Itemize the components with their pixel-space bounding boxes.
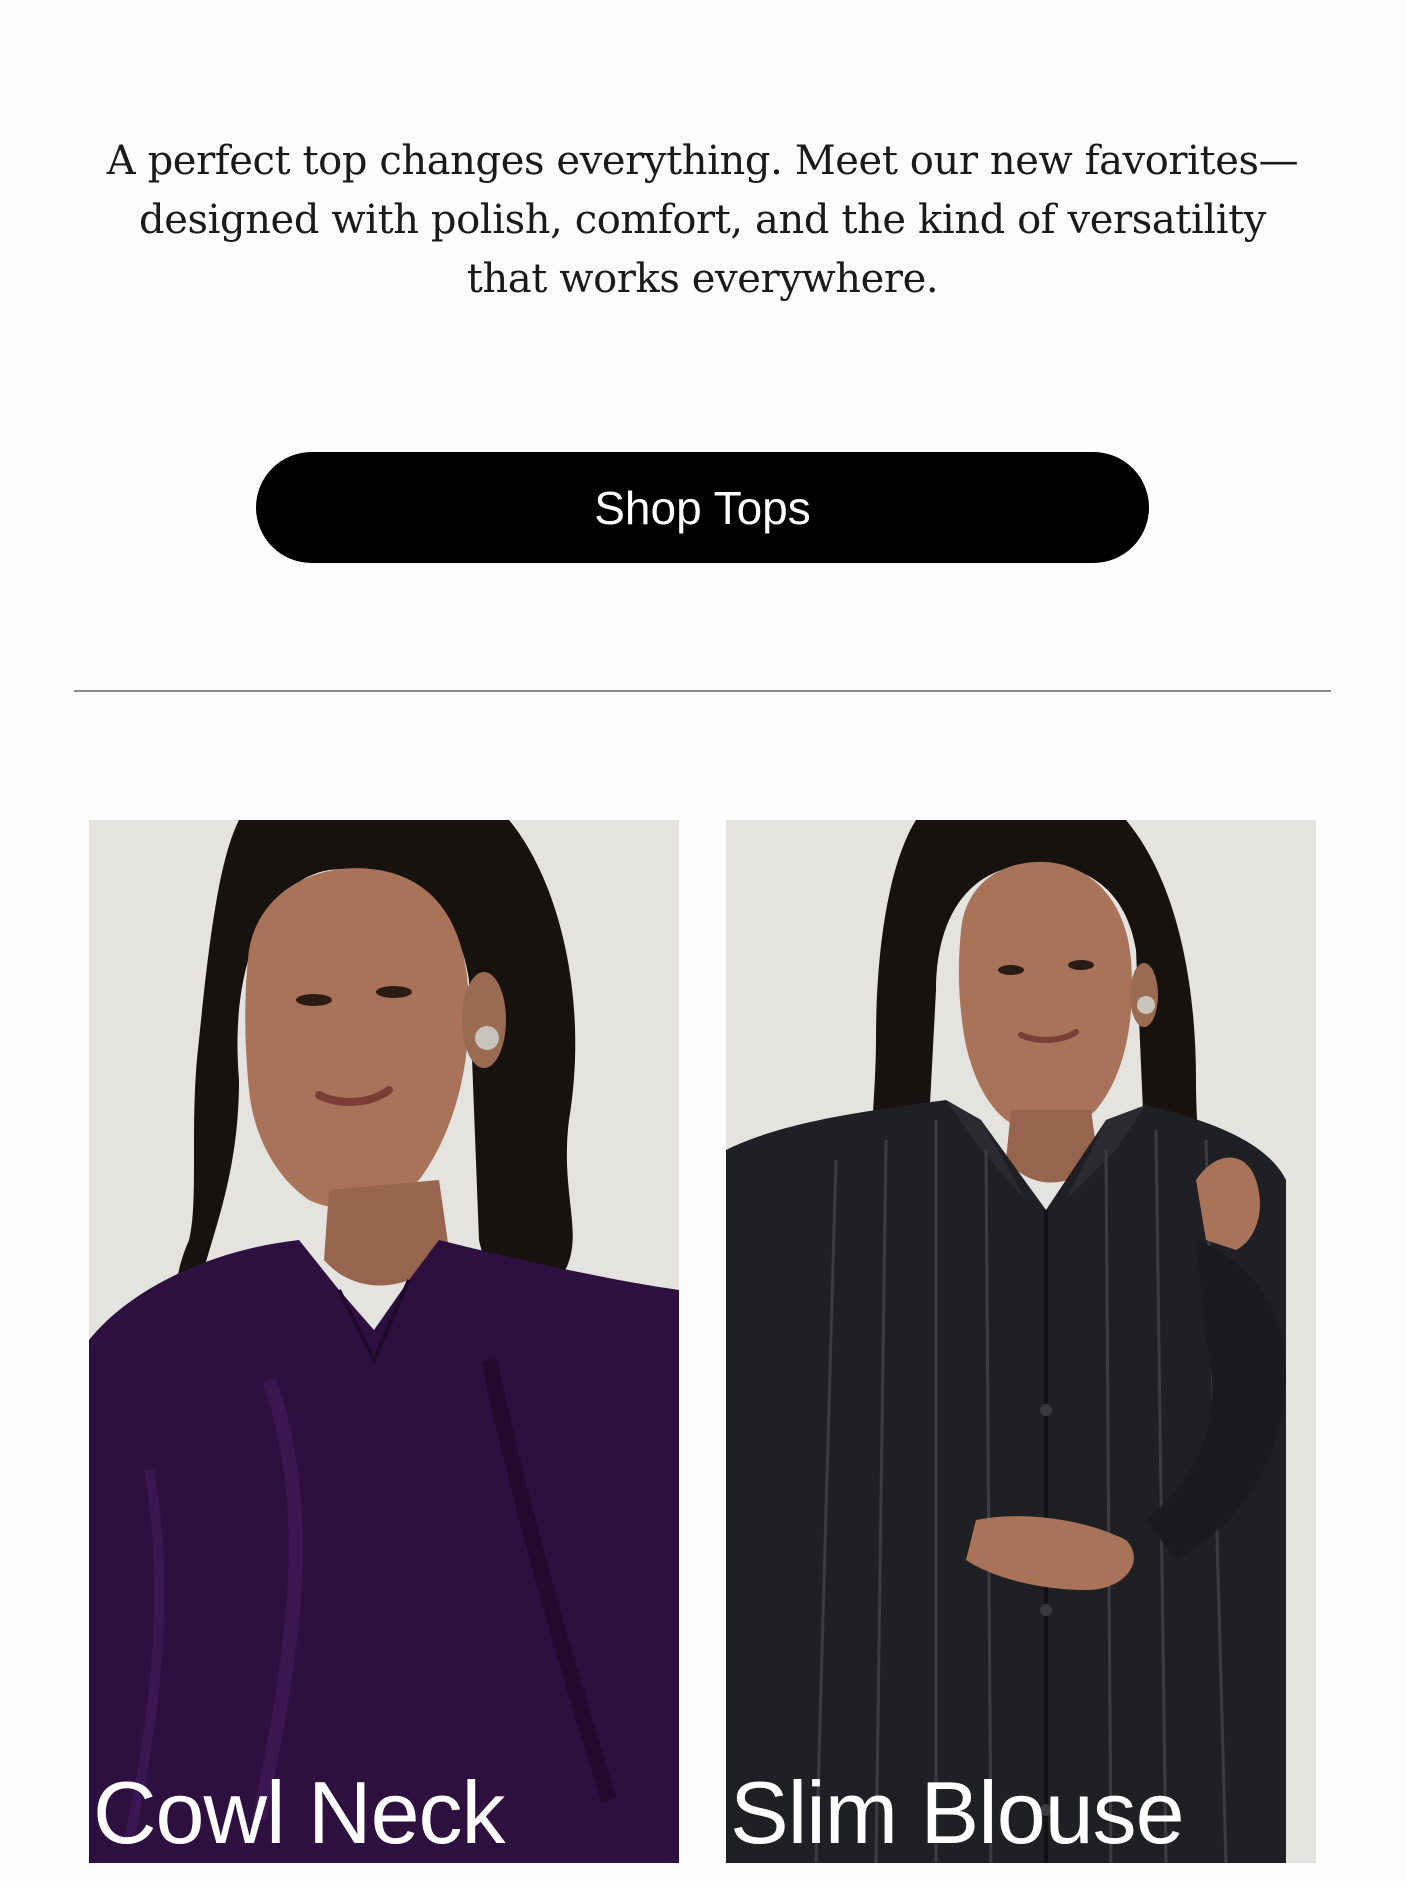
section-divider [74,690,1331,692]
product-image-cowl-neck [89,820,679,1863]
intro-line-2: designed with polish, comfort, and the k… [138,197,1266,243]
product-label-cowl-neck: Cowl Neck [93,1763,506,1862]
shop-tops-button[interactable]: Shop Tops [256,452,1149,563]
product-card-slim-blouse[interactable]: Slim Blouse [726,820,1316,1863]
intro-text: A perfect top changes everything. Meet o… [80,132,1325,309]
intro-line-1: A perfect top changes everything. Meet o… [106,138,1299,184]
intro-line-3: that works everywhere. [466,256,939,302]
product-label-slim-blouse: Slim Blouse [730,1763,1185,1862]
shop-tops-label: Shop Tops [594,481,811,534]
product-image-slim-blouse [726,820,1316,1863]
product-card-cowl-neck[interactable]: Cowl Neck [89,820,679,1863]
